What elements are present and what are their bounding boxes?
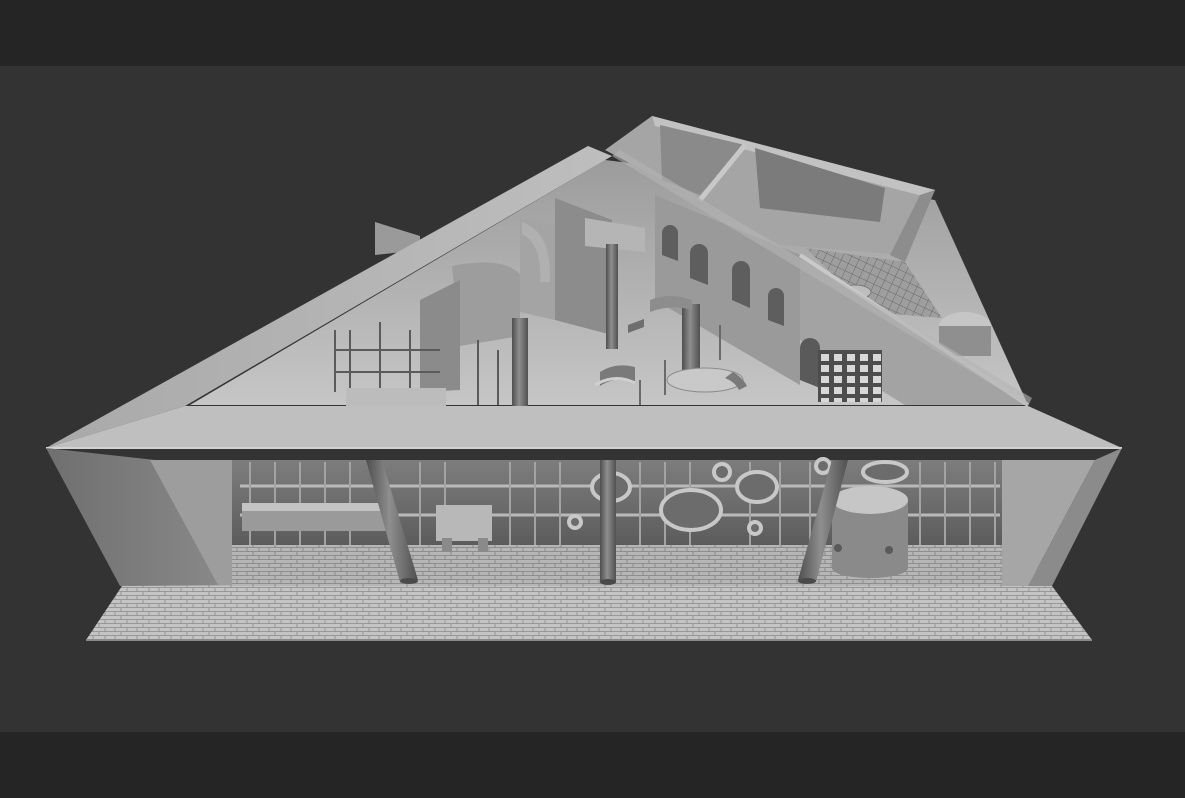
low-platform xyxy=(346,388,446,406)
render-frame xyxy=(0,0,1185,798)
render-viewport xyxy=(0,66,1185,732)
brick-plaza xyxy=(86,545,1092,641)
letterbox-bottom xyxy=(0,732,1185,798)
letterbox-top xyxy=(0,0,1185,66)
model-render xyxy=(0,66,1185,732)
